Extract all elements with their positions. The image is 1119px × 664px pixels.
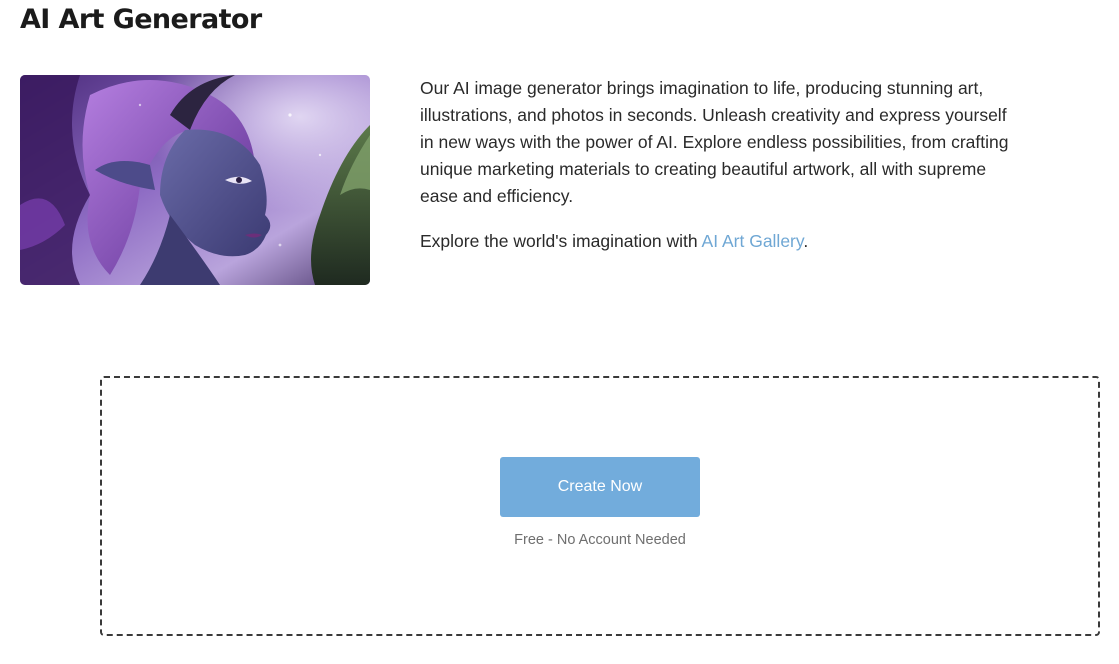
gallery-suffix: . [803,231,809,251]
create-panel: Create Now Free - No Account Needed [100,376,1100,636]
free-note: Free - No Account Needed [514,532,686,548]
intro-text: Our AI image generator brings imaginatio… [420,75,1020,273]
intro-paragraph: Our AI image generator brings imaginatio… [420,78,1009,206]
page-title: AI Art Generator [20,4,262,35]
hero-image [20,75,370,285]
page: AI Art Generator Our AI image generator … [0,0,1119,664]
gallery-prefix: Explore the world's imagination with [420,231,702,251]
ai-art-gallery-link[interactable]: AI Art Gallery [702,231,804,251]
create-now-button[interactable]: Create Now [500,457,700,517]
gallery-paragraph: Explore the world's imagination with AI … [420,228,1020,255]
